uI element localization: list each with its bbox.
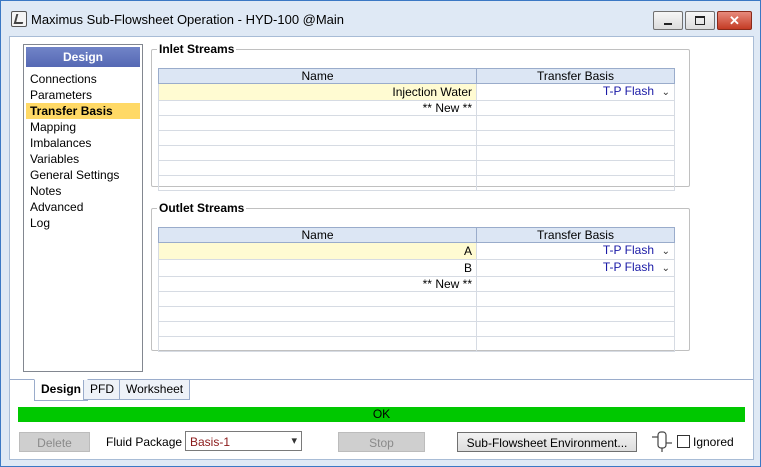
title-bar[interactable]: Maximus Sub-Flowsheet Operation - HYD-10… xyxy=(1,1,760,37)
minimize-icon xyxy=(664,23,672,25)
stream-name-cell[interactable]: Injection Water xyxy=(158,83,477,101)
table-row[interactable]: ** New ** xyxy=(158,100,675,116)
table-row[interactable] xyxy=(158,336,675,352)
transfer-basis-cell[interactable] xyxy=(476,160,675,176)
column-header-transfer-basis[interactable]: Transfer Basis xyxy=(476,68,675,84)
dialog-body: Design Connections Parameters Transfer Bas… xyxy=(9,36,754,460)
transfer-basis-cell[interactable] xyxy=(476,145,675,161)
design-nav-list: Design Connections Parameters Transfer Bas… xyxy=(23,44,143,372)
nav-item-parameters[interactable]: Parameters xyxy=(26,87,140,103)
stream-name-cell[interactable] xyxy=(158,115,477,131)
stream-name-cell[interactable] xyxy=(158,130,477,146)
tab-design[interactable]: Design xyxy=(34,379,89,401)
stream-name-cell[interactable] xyxy=(158,306,477,322)
transfer-basis-cell[interactable] xyxy=(476,276,675,292)
column-header-name[interactable]: Name xyxy=(158,227,477,243)
transfer-basis-cell[interactable] xyxy=(476,336,675,352)
transfer-basis-cell[interactable]: T-P Flash ⌄ xyxy=(476,83,675,101)
stream-name-cell[interactable]: ** New ** xyxy=(158,276,477,292)
transfer-basis-value: T-P Flash xyxy=(602,84,654,99)
inlet-streams-legend: Inlet Streams xyxy=(159,42,235,56)
fluid-package-select[interactable]: Basis-1 ▾ xyxy=(185,431,302,451)
maximize-icon xyxy=(695,16,705,25)
nav-item-general-settings[interactable]: General Settings xyxy=(26,167,140,183)
nav-item-connections[interactable]: Connections xyxy=(26,71,140,87)
outlet-streams-group: Outlet Streams Name Transfer Basis A T-P … xyxy=(151,201,690,352)
transfer-basis-cell[interactable] xyxy=(476,115,675,131)
sub-flowsheet-environment-button[interactable]: Sub-Flowsheet Environment... xyxy=(457,432,637,452)
stop-button[interactable]: Stop xyxy=(338,432,425,452)
stream-name-cell[interactable]: B xyxy=(158,259,477,277)
chevron-down-icon: ▾ xyxy=(291,435,297,447)
column-header-transfer-basis[interactable]: Transfer Basis xyxy=(476,227,675,243)
window: Maximus Sub-Flowsheet Operation - HYD-10… xyxy=(0,0,761,467)
nav-item-advanced[interactable]: Advanced xyxy=(26,199,140,215)
stream-name-cell[interactable] xyxy=(158,291,477,307)
chevron-down-icon[interactable]: ⌄ xyxy=(660,245,670,259)
transfer-basis-cell[interactable]: T-P Flash ⌄ xyxy=(476,242,675,260)
fluid-package-value: Basis-1 xyxy=(190,435,231,449)
transfer-basis-cell[interactable] xyxy=(476,321,675,337)
nav-item-imbalances[interactable]: Imbalances xyxy=(26,135,140,151)
nav-header: Design xyxy=(26,47,140,67)
column-header-name[interactable]: Name xyxy=(158,68,477,84)
transfer-basis-value: T-P Flash xyxy=(602,243,654,258)
stream-name-cell[interactable]: A xyxy=(158,242,477,260)
transfer-basis-value: T-P Flash xyxy=(602,260,654,275)
table-row[interactable] xyxy=(158,306,675,322)
transfer-basis-cell[interactable]: T-P Flash ⌄ xyxy=(476,259,675,277)
nav-item-notes[interactable]: Notes xyxy=(26,183,140,199)
close-icon: ✕ xyxy=(729,13,740,28)
table-row[interactable] xyxy=(158,115,675,131)
stream-name-cell[interactable] xyxy=(158,160,477,176)
minimize-button[interactable] xyxy=(653,11,683,30)
transfer-basis-cell[interactable] xyxy=(476,100,675,116)
table-row[interactable]: ** New ** xyxy=(158,276,675,292)
maximize-button[interactable] xyxy=(685,11,715,30)
nav-item-mapping[interactable]: Mapping xyxy=(26,119,140,135)
transfer-basis-cell[interactable] xyxy=(476,130,675,146)
flowsheet-icon[interactable] xyxy=(650,429,674,453)
table-row[interactable]: A T-P Flash ⌄ xyxy=(158,242,675,260)
transfer-basis-cell[interactable] xyxy=(476,291,675,307)
stream-name-cell[interactable] xyxy=(158,175,477,191)
delete-button[interactable]: Delete xyxy=(19,432,90,452)
tab-pfd[interactable]: PFD xyxy=(83,380,121,400)
table-row[interactable]: B T-P Flash ⌄ xyxy=(158,259,675,277)
stream-name-cell[interactable] xyxy=(158,321,477,337)
nav-item-variables[interactable]: Variables xyxy=(26,151,140,167)
table-row[interactable] xyxy=(158,160,675,176)
table-row[interactable] xyxy=(158,321,675,337)
table-row[interactable] xyxy=(158,130,675,146)
outlet-streams-legend: Outlet Streams xyxy=(159,201,245,215)
table-row[interactable] xyxy=(158,291,675,307)
close-button[interactable]: ✕ xyxy=(717,11,752,30)
table-row[interactable] xyxy=(158,145,675,161)
chevron-down-icon[interactable]: ⌄ xyxy=(660,86,670,100)
fluid-package-label: Fluid Package xyxy=(106,435,183,449)
table-row[interactable] xyxy=(158,175,675,191)
stream-name-cell[interactable] xyxy=(158,336,477,352)
window-title: Maximus Sub-Flowsheet Operation - HYD-10… xyxy=(31,12,345,27)
stream-name-cell[interactable] xyxy=(158,145,477,161)
status-bar: OK xyxy=(18,407,745,422)
nav-item-transfer-basis[interactable]: Transfer Basis xyxy=(26,103,140,119)
ignored-checkbox[interactable] xyxy=(677,435,690,448)
inlet-streams-table: Name Transfer Basis Injection Water T-P F… xyxy=(158,68,675,191)
nav-item-log[interactable]: Log xyxy=(26,215,140,231)
transfer-basis-cell[interactable] xyxy=(476,175,675,191)
stream-name-cell[interactable]: ** New ** xyxy=(158,100,477,116)
transfer-basis-cell[interactable] xyxy=(476,306,675,322)
ignored-label: Ignored xyxy=(693,435,734,449)
outlet-streams-table: Name Transfer Basis A T-P Flash ⌄ B T-P Flas… xyxy=(158,227,675,352)
table-row[interactable]: Injection Water T-P Flash ⌄ xyxy=(158,83,675,101)
tab-worksheet[interactable]: Worksheet xyxy=(119,380,191,400)
inlet-streams-group: Inlet Streams Name Transfer Basis Inject… xyxy=(151,42,690,191)
chevron-down-icon[interactable]: ⌄ xyxy=(660,262,670,276)
app-icon[interactable] xyxy=(11,11,27,27)
